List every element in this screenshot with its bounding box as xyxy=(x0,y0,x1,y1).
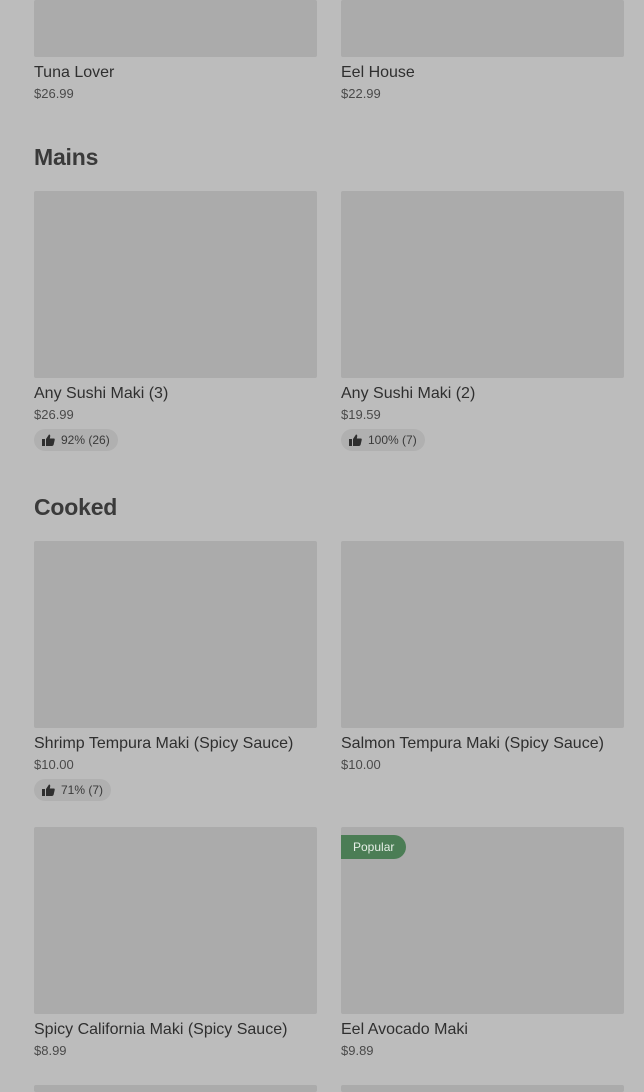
item-image xyxy=(341,541,624,728)
rating-text: 92% (26) xyxy=(61,433,110,447)
menu-item-card[interactable]: Tuna Lover $26.99 xyxy=(34,0,317,102)
item-name: Eel Avocado Maki xyxy=(341,1021,468,1038)
item-price: $9.89 xyxy=(341,1043,374,1058)
item-image xyxy=(341,191,624,378)
thumbs-up-icon xyxy=(42,434,55,446)
rating-badge: 100% (7) xyxy=(341,429,425,451)
item-image[interactable] xyxy=(341,1085,624,1092)
thumbs-up-icon xyxy=(42,784,55,796)
menu-item-card[interactable]: Eel House $22.99 xyxy=(341,0,624,102)
menu-item-card[interactable]: Any Sushi Maki (3) $26.99 92% (26) xyxy=(34,191,317,451)
rating-text: 71% (7) xyxy=(61,783,104,797)
item-price: $22.99 xyxy=(341,86,381,101)
menu-item-card[interactable]: Shrimp Tempura Maki (Spicy Sauce) $10.00… xyxy=(34,541,317,801)
item-image xyxy=(34,0,317,57)
item-image xyxy=(34,191,317,378)
item-price: $26.99 xyxy=(34,86,74,101)
item-image: Popular xyxy=(341,827,624,1014)
item-image xyxy=(341,0,624,57)
item-name: Shrimp Tempura Maki (Spicy Sauce) xyxy=(34,735,294,752)
menu-page: Tuna Lover $26.99 Eel House $22.99 Mains… xyxy=(0,0,644,1092)
popular-badge: Popular xyxy=(341,835,407,859)
item-image xyxy=(34,827,317,1014)
item-name: Eel House xyxy=(341,64,415,81)
item-name: Salmon Tempura Maki (Spicy Sauce) xyxy=(341,735,604,752)
rating-badge: 71% (7) xyxy=(34,779,112,801)
item-name: Any Sushi Maki (3) xyxy=(34,385,169,402)
item-name: Spicy California Maki (Spicy Sauce) xyxy=(34,1021,288,1038)
menu-item-card[interactable]: Popular Eel Avocado Maki $9.89 xyxy=(341,827,624,1059)
rating-badge: 92% (26) xyxy=(34,429,118,451)
item-price: $26.99 xyxy=(34,407,74,422)
section-title-mains: Mains xyxy=(34,144,99,170)
item-price: $10.00 xyxy=(34,757,74,772)
item-price: $19.59 xyxy=(341,407,381,422)
menu-item-card[interactable]: Salmon Tempura Maki (Spicy Sauce) $10.00 xyxy=(341,541,624,773)
item-image xyxy=(34,541,317,728)
item-image[interactable] xyxy=(34,1085,317,1092)
rating-text: 100% (7) xyxy=(368,433,417,447)
menu-item-card[interactable]: Any Sushi Maki (2) $19.59 100% (7) xyxy=(341,191,624,451)
item-price: $8.99 xyxy=(34,1043,67,1058)
menu-item-card[interactable]: Spicy California Maki (Spicy Sauce) $8.9… xyxy=(34,827,317,1059)
thumbs-up-icon xyxy=(349,434,362,446)
item-name: Tuna Lover xyxy=(34,64,115,81)
item-price: $10.00 xyxy=(341,757,381,772)
section-title-cooked: Cooked xyxy=(34,494,118,520)
item-name: Any Sushi Maki (2) xyxy=(341,385,476,402)
